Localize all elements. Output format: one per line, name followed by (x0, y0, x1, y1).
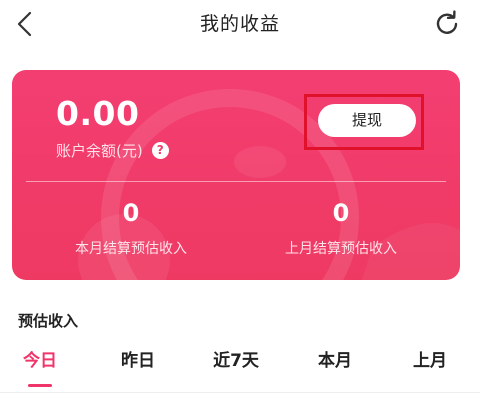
earnings-card: 0.00 账户余额(元) ? 提现 0 本月结算预估收入 0 上月结算预估收入 (12, 70, 460, 280)
balance-label-row: 账户余额(元) ? (56, 140, 169, 160)
last-month-settlement: 0 上月结算预估收入 (241, 198, 441, 258)
page-title: 我的收益 (199, 13, 280, 35)
stat-value: 0 (122, 199, 140, 227)
tab-yesterday[interactable]: 昨日 (98, 346, 178, 376)
estimate-section-title: 预估收入 (18, 312, 79, 330)
card-divider (26, 181, 446, 182)
tab-last-7-days[interactable]: 近7天 (196, 346, 276, 376)
stat-label: 本月结算预估收入 (75, 241, 187, 257)
tab-today[interactable]: 今日 (0, 346, 80, 376)
withdraw-button[interactable]: 提现 (318, 104, 416, 137)
tab-this-month[interactable]: 本月 (295, 346, 375, 376)
stat-label: 上月结算预估收入 (285, 241, 397, 257)
stat-value: 0 (332, 199, 350, 227)
balance-label: 账户余额(元) (56, 141, 143, 160)
active-tab-indicator (28, 384, 52, 387)
top-bar: 我的收益 (0, 0, 480, 50)
question-mark-icon[interactable]: ? (151, 141, 169, 159)
period-tabs: 今日 昨日 近7天 本月 上月 (0, 346, 480, 390)
balance-amount: 0.00 (56, 94, 140, 133)
refresh-icon[interactable] (432, 9, 462, 39)
this-month-settlement: 0 本月结算预估收入 (31, 198, 231, 258)
tab-last-month[interactable]: 上月 (390, 346, 470, 376)
tabs-divider (0, 392, 480, 393)
